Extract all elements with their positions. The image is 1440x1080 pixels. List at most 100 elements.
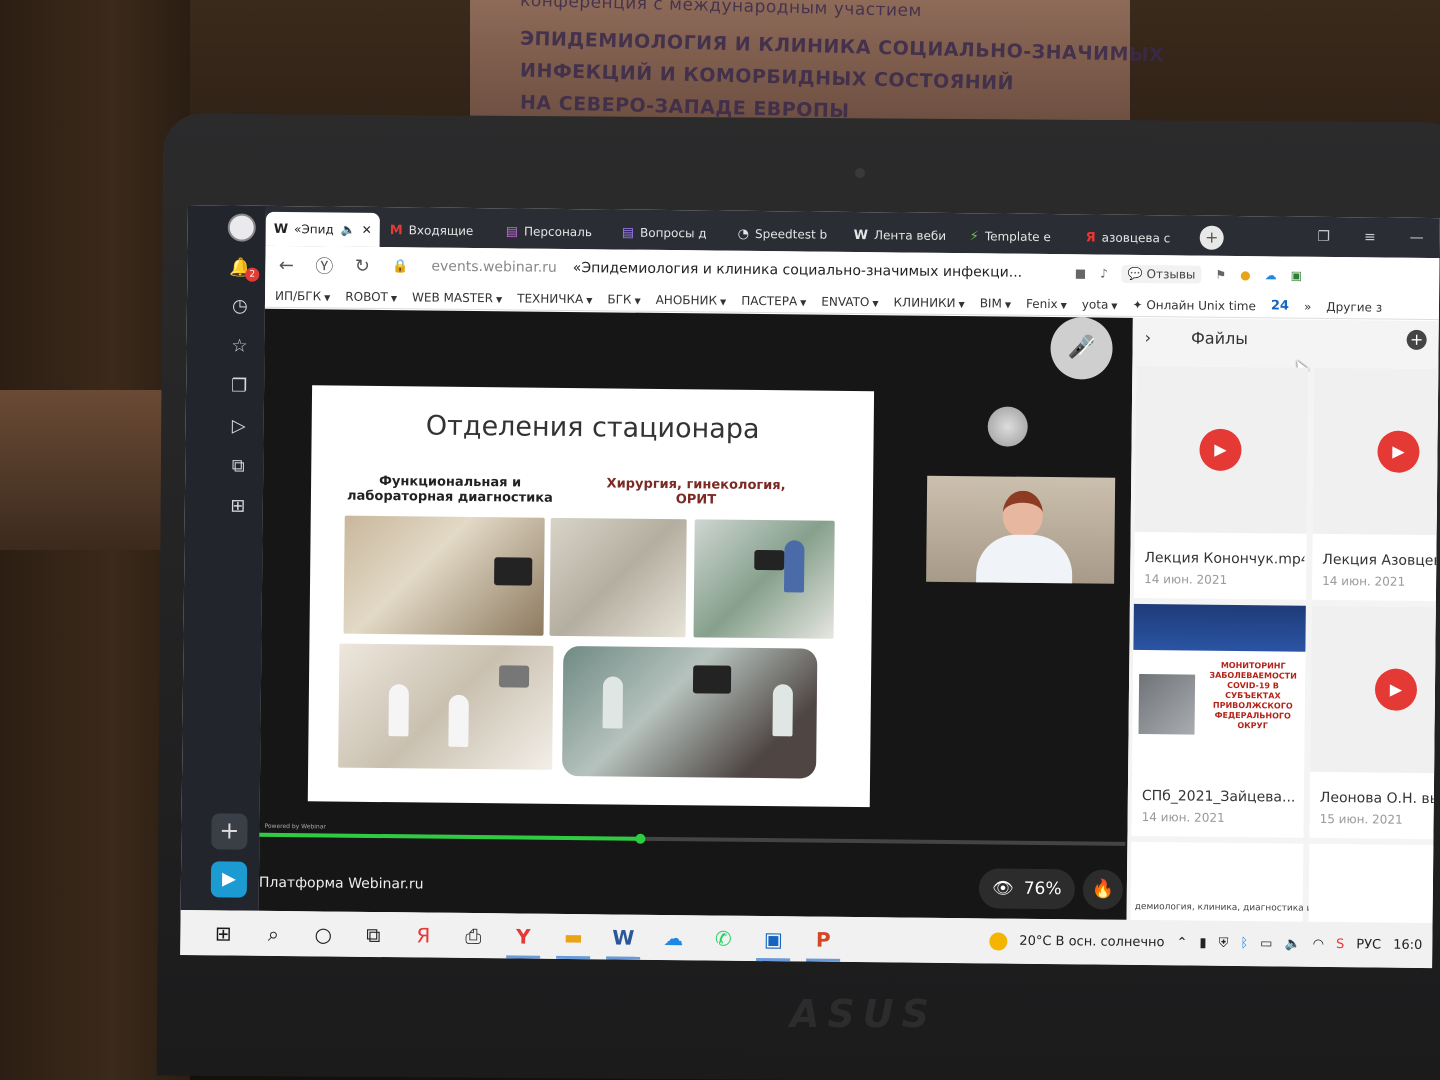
collections-icon[interactable]: ❐: [226, 373, 252, 399]
star-bookmarks-icon[interactable]: ☆: [226, 333, 252, 359]
tab-active[interactable]: W «Эпид 🔈 ✕: [265, 211, 380, 248]
bookmark-folder[interactable]: ТЕХНИЧКА ▼: [517, 291, 592, 306]
speaker-icon[interactable]: 🔈: [341, 223, 356, 237]
bookmark-folder[interactable]: ИП/БГК ▼: [275, 288, 330, 303]
window-controls: ❐ ≡ —: [1317, 229, 1440, 258]
yandex-app-icon[interactable]: Я: [398, 912, 448, 958]
close-tab-icon[interactable]: ✕: [362, 223, 372, 237]
bookmark-folder[interactable]: КЛИНИКИ ▼: [893, 295, 964, 310]
powerpoint-icon[interactable]: P: [798, 916, 848, 962]
play-icon[interactable]: ▶: [1199, 428, 1242, 472]
file-explorer-icon[interactable]: ▬: [548, 914, 598, 960]
chevron-right-icon[interactable]: ›: [1145, 328, 1152, 347]
microphone-icon[interactable]: ♪: [1100, 267, 1108, 281]
bookmark-folder[interactable]: ENVATO ▼: [821, 294, 878, 309]
language-indicator[interactable]: РУС: [1356, 937, 1381, 952]
bookmark-folder[interactable]: Fenix ▼: [1026, 296, 1067, 310]
fire-icon[interactable]: 🔥: [1082, 869, 1124, 910]
speaker-video[interactable]: [926, 475, 1116, 584]
antivirus-icon[interactable]: S: [1336, 937, 1344, 952]
tab-template[interactable]: ⚡ Template e: [962, 219, 1076, 254]
clock[interactable]: 16:0: [1393, 938, 1422, 953]
bookmark-folder[interactable]: БГК ▼: [607, 292, 640, 306]
menu-icon[interactable]: ≡: [1364, 229, 1376, 245]
page-title-in-omnibox[interactable]: «Эпидемиология и клиника социально-значи…: [573, 260, 1033, 281]
weather-text[interactable]: 20°C В осн. солнечно: [1019, 934, 1164, 951]
weather-sun-icon[interactable]: [989, 931, 1008, 951]
reload-icon[interactable]: ↻: [351, 255, 373, 276]
bookmark-folder[interactable]: АНОБНИК ▼: [656, 292, 727, 307]
file-card[interactable]: ▶ Лекция Конончук.mp4 14 июн. 2021: [1133, 365, 1309, 600]
defender-icon[interactable]: ⛨: [1219, 936, 1229, 951]
bookmarks-others[interactable]: Другие з: [1326, 299, 1382, 314]
history-clock-icon[interactable]: ◷: [227, 293, 253, 319]
profile-avatar[interactable]: [227, 213, 256, 242]
camera-icon[interactable]: ■: [1075, 266, 1086, 280]
bookmark-folder[interactable]: yota ▼: [1082, 297, 1118, 311]
file-card[interactable]: ▶ Лекция Азовцева 14 июн. 2021: [1311, 367, 1439, 602]
tab-label: «Эпид: [294, 222, 334, 237]
sidebar-media-button[interactable]: ▶: [210, 861, 248, 898]
bookmark-unix-time[interactable]: ✦ Онлайн Unix time: [1132, 297, 1256, 312]
extension-icon[interactable]: ●: [1240, 268, 1251, 282]
volume-icon[interactable]: 🔈: [1284, 937, 1300, 952]
search-icon[interactable]: ⌕: [248, 911, 298, 957]
wifi-icon[interactable]: ◠: [1313, 937, 1325, 952]
remote-desktop-icon[interactable]: ▣: [748, 916, 798, 962]
viewers-indicator[interactable]: 👁 76%: [978, 868, 1076, 910]
bookmark-flag-icon[interactable]: ⚑: [1215, 268, 1226, 282]
slide-column-diagnostics: Функциональная и лабораторная диагностик…: [346, 474, 553, 506]
tab-inbox[interactable]: M Входящие: [382, 213, 496, 248]
bookmarks-more-chevron[interactable]: »: [1304, 299, 1311, 313]
bookmark-folder[interactable]: BIM ▼: [980, 296, 1011, 310]
tab-webinar-feed[interactable]: W Лента веби: [846, 218, 960, 253]
tray-chevron-icon[interactable]: ⌃: [1176, 935, 1187, 950]
reviews-button[interactable]: 💬 Отзывы: [1121, 264, 1202, 284]
play-icon[interactable]: ▶: [1374, 668, 1418, 711]
sidebar-add-button[interactable]: +: [211, 813, 248, 850]
add-file-icon[interactable]: +: [1406, 329, 1427, 350]
lock-icon[interactable]: 🔒: [389, 259, 411, 274]
minimize-icon[interactable]: —: [1410, 230, 1424, 246]
usb-icon[interactable]: ▮: [1199, 936, 1206, 951]
bookmark-folder[interactable]: ПАСТЕРА ▼: [741, 293, 806, 308]
progress-knob[interactable]: [635, 833, 646, 844]
printer-icon[interactable]: ⎙: [448, 913, 498, 959]
file-card[interactable]: [1308, 843, 1439, 924]
file-card[interactable]: демиология, клиника, диагностика и ле: [1130, 841, 1327, 924]
yandex-home-icon[interactable]: Ⓨ: [313, 252, 335, 278]
playback-progress[interactable]: [259, 832, 1126, 846]
cortana-icon[interactable]: ○: [298, 911, 348, 957]
bookmark-24[interactable]: 24: [1271, 298, 1289, 313]
windows-start-icon[interactable]: ⊞: [198, 910, 248, 956]
task-view-icon[interactable]: ⧉: [348, 912, 398, 958]
word-icon[interactable]: W: [598, 914, 648, 960]
video-player-icon[interactable]: ▷: [226, 413, 252, 439]
tab-questions[interactable]: ▤ Вопросы д: [614, 215, 728, 250]
muted-microphone-icon[interactable]: 🎤̸: [1050, 317, 1113, 380]
back-arrow-icon[interactable]: ←: [275, 254, 297, 275]
file-card[interactable]: МОНИТОРИНГ ЗАБОЛЕВАЕМОСТИ COVID-19 В СУБ…: [1131, 603, 1306, 838]
cloud-extension-icon[interactable]: ☁: [1265, 268, 1277, 282]
apps-grid-icon[interactable]: ⊞: [225, 493, 251, 519]
file-card[interactable]: ▶ Леонова О.Н. вь 15 июн. 2021: [1309, 605, 1439, 840]
yandex-browser-icon[interactable]: Y: [498, 913, 548, 959]
files-panel: › Файлы + ▶ Лекция Конончук.mp4 14 июн. …: [1126, 317, 1439, 924]
bluetooth-icon[interactable]: ᛒ: [1240, 936, 1248, 951]
new-tab-button[interactable]: +: [1199, 225, 1224, 250]
tabs-overview-icon[interactable]: ❐: [1317, 229, 1330, 245]
cloud-app-icon[interactable]: ☁: [648, 915, 698, 961]
bookmark-folder[interactable]: WEB MASTER ▼: [412, 290, 502, 305]
tab-label: Вопросы д: [639, 225, 707, 241]
url-domain[interactable]: events.webinar.ru: [431, 259, 557, 276]
play-icon[interactable]: ▶: [1377, 430, 1420, 473]
slide-column-surgery: Хирургия, гинекология, ОРИТ: [606, 476, 786, 508]
screenshot-icon[interactable]: ⧉: [225, 453, 251, 479]
battery-icon[interactable]: ▭: [1260, 936, 1272, 951]
tab-personal[interactable]: ▤ Персональ: [498, 214, 612, 249]
tab-speedtest[interactable]: ◔ Speedtest b: [730, 217, 844, 252]
bookmark-folder[interactable]: ROBOT ▼: [345, 289, 397, 304]
tab-yandex-search[interactable]: Яазовцева с: [1078, 220, 1192, 255]
extension-square-icon[interactable]: ▣: [1291, 269, 1302, 283]
whatsapp-icon[interactable]: ✆: [698, 915, 748, 961]
